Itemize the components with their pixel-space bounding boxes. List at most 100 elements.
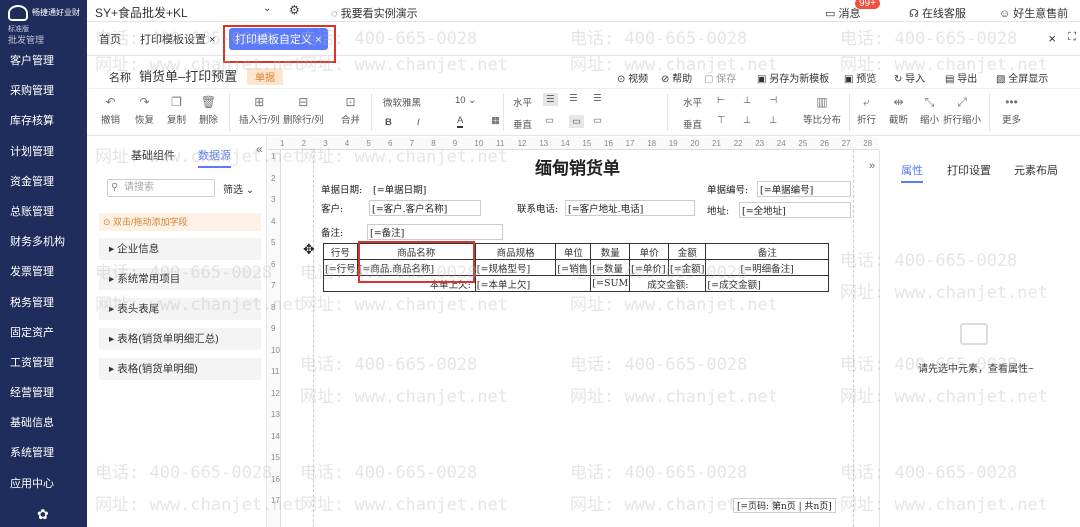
wrap-shrink-button[interactable]: ⤢ 折行缩小 [943,95,981,126]
help-button[interactable]: ⊘ 帮助 [661,70,692,85]
font-color-button[interactable]: A [457,115,464,128]
font-size-select[interactable]: 10 ⌄ [455,95,476,106]
insert-row-button[interactable]: ⊞ 插入行/列 [239,95,280,126]
align-right-edge-icon[interactable]: ⊣ [769,95,777,106]
sidebar-item[interactable]: 应用中心 [0,469,87,499]
search-input[interactable]: ⚲ 请搜索 [107,179,215,197]
doc-no-field[interactable]: [=单据编号] [757,181,851,197]
doc-no-label[interactable]: 单据编号: [707,182,748,196]
sidebar-item[interactable]: 固定资产 [0,318,87,348]
sidebar-item[interactable]: 系统管理 [0,438,87,468]
fullscreen-icon[interactable]: ⛶ [1068,31,1076,44]
border-button[interactable]: ▦ [491,115,500,126]
wrap-button[interactable]: ⤶ 折行 [857,95,876,126]
address-field[interactable]: [=全地址] [739,202,851,218]
save-as-button[interactable]: ▣ 另存为新模板 [757,70,829,85]
fullscreen-button[interactable]: ▧ 全屏显示 [996,70,1048,85]
address-label[interactable]: 地址: [707,203,729,217]
sidebar-item[interactable]: 工资管理 [0,348,87,378]
company-selector[interactable]: SY+食品批发+KL [95,4,188,21]
redo-button[interactable]: ↷ 恢复 [135,95,154,126]
sidebar-item[interactable]: 经营管理 [0,378,87,408]
module-label[interactable]: 批发管理 [8,33,44,46]
expand-right-icon[interactable]: » [869,160,875,172]
field-group-item[interactable]: ▸ 表头表尾 [99,298,261,320]
distribute-button[interactable]: ▥ 等比分布 [803,95,841,126]
valign-bottom-icon[interactable]: ▭ [593,115,602,126]
table-cell[interactable]: [=单价] [629,259,670,276]
collapse-left-icon[interactable]: « [256,142,263,156]
align-bottom-edge-icon[interactable]: ⊥ [769,115,777,126]
page-number-field[interactable]: [=页码: 第n页 | 共n页] [733,498,836,513]
tab-element-layout[interactable]: 元素布局 [1014,162,1058,178]
sidebar-item[interactable]: 计划管理 [0,137,87,167]
table-cell[interactable]: 金额 [668,243,707,260]
align-left-icon[interactable]: ☰ [543,93,558,106]
sidebar-item[interactable]: 客户管理 [0,46,87,76]
messages-button[interactable]: ▭ 消息 [825,5,860,21]
font-select[interactable]: 微软雅黑 [383,95,421,109]
tab-print-settings[interactable]: 打印设置 [947,162,991,178]
online-service-button[interactable]: ☊ 在线客服 [909,5,966,21]
table-cell[interactable]: 成交金额: [629,275,707,292]
table-cell[interactable]: [=金额] [668,259,707,276]
save-button[interactable]: ▢ 保存 [704,70,736,85]
tab-data-source[interactable]: 数据源 [198,147,231,168]
sidebar-item[interactable]: 总账管理 [0,197,87,227]
report-title[interactable]: 缅甸销货单 [535,154,620,179]
customer-field[interactable]: [=客户.客户名称] [369,200,481,216]
export-button[interactable]: ▤ 导出 [945,70,977,85]
bold-button[interactable]: B [385,117,392,128]
field-group-item[interactable]: ▸ 系统常用项目 [99,268,261,290]
move-handle-icon[interactable]: ✥ [303,242,315,258]
table-cell[interactable]: [=明细备注] [705,259,829,276]
tab-print-template-settings[interactable]: 打印模板设置 × [140,31,216,47]
note-label[interactable]: 备注: [321,225,343,239]
design-canvas[interactable]: 缅甸销货单 单据日期: [=单据日期] 单据编号: [=单据编号] 客户: [=… [281,150,879,527]
italic-button[interactable]: I [417,117,420,128]
demo-link[interactable]: ◌ 我要看实例演示 [331,5,418,21]
valign-middle-icon[interactable]: ▭ [569,115,584,128]
table-cell[interactable]: [=销售 [555,259,592,276]
table-cell[interactable]: 单位 [555,243,592,260]
shrink-button[interactable]: ⤡ 缩小 [920,95,939,126]
sidebar-item[interactable]: 基础信息 [0,408,87,438]
video-button[interactable]: ⊙ 视频 [617,70,648,85]
align-center-icon[interactable]: ☰ [569,93,578,104]
import-button[interactable]: ↻ 导入 [894,70,925,85]
sidebar-item[interactable]: 采购管理 [0,76,87,106]
align-left-edge-icon[interactable]: ⊢ [717,95,725,106]
undo-button[interactable]: ↶ 撤销 [101,95,120,126]
table-cell[interactable]: 商品规格 [474,243,557,260]
sidebar-item[interactable]: 资金管理 [0,167,87,197]
preview-button[interactable]: ▣ 预览 [844,70,876,85]
table-cell[interactable]: 行号 [323,243,358,260]
copy-button[interactable]: ❐ 复制 [167,95,186,126]
close-icon[interactable]: × [209,34,215,46]
sidebar-item[interactable]: 库存核算 [0,106,87,136]
tab-properties[interactable]: 属性 [901,162,923,183]
tab-basic-components[interactable]: 基础组件 [131,147,175,163]
delete-row-button[interactable]: ⊟ 删除行/列 [283,95,324,126]
close-icon[interactable]: × [1048,31,1056,46]
customer-label[interactable]: 客户: [321,201,343,215]
gear-icon[interactable]: ⚙ [289,3,300,17]
valign-top-icon[interactable]: ▭ [545,115,554,126]
table-cell[interactable]: [=本单上欠] [474,275,592,292]
table-cell[interactable]: 数量 [590,243,631,260]
more-button[interactable]: ••• 更多 [1002,95,1021,126]
table-cell[interactable]: [=SUM [590,275,631,292]
align-hcenter-icon[interactable]: ⊥ [743,95,751,106]
filter-dropdown[interactable]: 筛选 ⌄ [223,181,254,196]
table-cell[interactable]: [=规格型号] [474,259,557,276]
align-vcenter-icon[interactable]: ⊥ [743,115,751,126]
date-label[interactable]: 单据日期: [321,182,362,196]
sidebar-item[interactable]: 发票管理 [0,257,87,287]
table-cell[interactable]: 备注 [705,243,829,260]
table-cell[interactable]: [=成交金额] [705,275,829,292]
table-cell[interactable]: [=行号 [323,259,358,276]
align-top-edge-icon[interactable]: ⊤ [717,115,725,126]
align-right-icon[interactable]: ☰ [593,93,602,104]
user-menu[interactable]: ☺ 好生意售前 [999,5,1068,21]
field-group-item[interactable]: ▸ 表格(销货单明细) [99,358,261,380]
